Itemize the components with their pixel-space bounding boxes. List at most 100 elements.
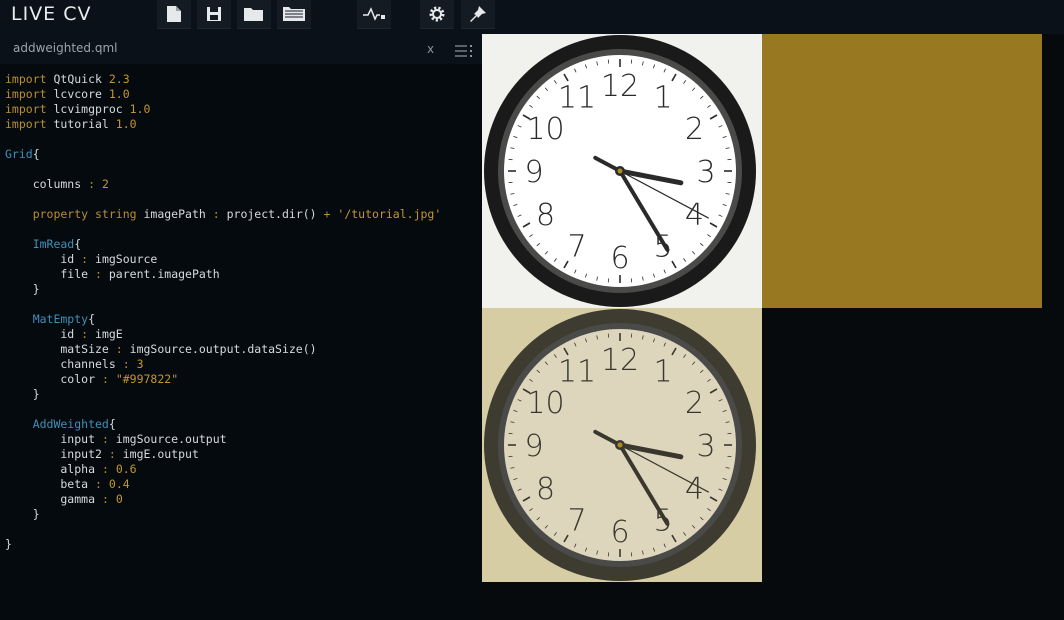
addweighted-output-image: 12 1 2 3 4 5 6 7 8 9 10 11 — [482, 308, 762, 582]
code-line: Grid{ — [5, 147, 441, 162]
code-token: gamma — [5, 492, 102, 506]
code-token: tutorial — [46, 117, 116, 131]
menu-icon — [455, 45, 472, 57]
code-token: import — [5, 87, 47, 101]
code-token: imagePath — [136, 207, 213, 221]
code-token: imgSource.output — [108, 432, 227, 446]
pin-icon — [470, 6, 486, 22]
code-line: ImRead{ — [5, 237, 441, 252]
clock-numeral: 10 — [526, 386, 564, 421]
code-token: 2 — [101, 177, 109, 191]
top-toolbar: LIVE CV — [0, 0, 1064, 34]
clock-image: 12 1234567891011 — [484, 35, 756, 307]
code-token: : — [88, 177, 96, 191]
code-line: import lcvimgproc 1.0 — [5, 102, 441, 117]
code-line: property string imagePath : project.dir(… — [5, 207, 442, 222]
clock-image: 12 1234567891011 — [484, 309, 756, 581]
code-token: : — [95, 267, 102, 281]
code-token: imgSource.output.dataSize() — [122, 342, 317, 356]
code-line: input2 : imgE.output — [5, 447, 441, 462]
code-line: beta : 0.4 — [5, 477, 441, 492]
code-token: QtQuick — [46, 72, 109, 86]
clock-numeral: 4 — [685, 198, 704, 233]
code-line: AddWeighted{ — [5, 417, 441, 432]
code-token: alpha — [5, 462, 102, 476]
code-token: 3 — [136, 357, 144, 371]
code-token: project.dir() — [219, 207, 324, 221]
log-button[interactable] — [357, 0, 391, 29]
code-token: '/tutorial.jpg' — [337, 207, 442, 221]
pin-button[interactable] — [461, 0, 495, 29]
code-token: AddWeighted — [5, 417, 109, 431]
log-icon — [363, 7, 385, 21]
code-token: columns — [5, 177, 89, 191]
code-token: MatEmpty — [5, 312, 89, 326]
code-token: : — [101, 372, 109, 386]
code-token: { — [32, 147, 40, 161]
code-token: color — [5, 372, 102, 386]
clock-numeral: 11 — [558, 355, 596, 390]
code-line: } — [5, 507, 441, 522]
clock-numeral: 1 — [653, 355, 672, 390]
code-token: 0 — [115, 492, 123, 506]
code-token: input2 — [5, 447, 109, 461]
code-token: { — [108, 417, 116, 431]
code-line: channels : 3 — [5, 357, 441, 372]
close-tab-button[interactable]: x — [427, 42, 434, 56]
clock-numeral: 7 — [567, 229, 586, 264]
code-line: alpha : 0.6 — [5, 462, 441, 477]
tab-menu-button[interactable] — [455, 42, 473, 61]
code-token: : — [101, 432, 109, 446]
clock-numeral: 12 — [601, 69, 639, 104]
code-line: } — [5, 387, 441, 402]
new-file-button[interactable] — [157, 0, 191, 29]
code-token: input — [5, 432, 102, 446]
code-line: } — [5, 537, 441, 552]
clock-numeral: 6 — [610, 241, 629, 276]
app-logo: LIVE CV — [11, 3, 92, 25]
clock-numeral: 7 — [567, 503, 586, 538]
settings-button[interactable] — [420, 0, 454, 29]
code-text[interactable]: import QtQuick 2.3 import lcvcore 1.0 impo… — [5, 72, 441, 552]
clock-numeral: 10 — [526, 112, 564, 147]
code-token: import — [5, 72, 47, 86]
code-token: 2.3 — [108, 72, 130, 86]
save-button[interactable] — [197, 0, 231, 29]
code-token: id — [5, 327, 82, 341]
code-token: property string — [5, 207, 137, 221]
code-line: MatEmpty{ — [5, 312, 441, 327]
code-token: 1.0 — [129, 102, 151, 116]
code-editor[interactable]: addweighted.qml x import QtQuick 2.3 impo… — [0, 34, 482, 620]
open-file-button[interactable] — [237, 0, 271, 29]
code-line: file : parent.imagePath — [5, 267, 441, 282]
code-token: Grid — [5, 147, 33, 161]
open-project-button[interactable] — [277, 0, 311, 29]
code-line: id : imgE — [5, 327, 441, 342]
code-token: : — [115, 342, 123, 356]
imread-output-image: 12 1 2 3 4 5 6 7 8 9 10 11 — [482, 34, 762, 308]
code-token: import — [5, 102, 47, 116]
clock-numeral: 2 — [685, 386, 704, 421]
code-token: 1.0 — [108, 87, 130, 101]
open-folder-icon — [244, 8, 263, 21]
code-token: lcvcore — [46, 87, 109, 101]
file-tab-label[interactable]: addweighted.qml — [13, 41, 118, 55]
code-token: id — [5, 252, 82, 266]
code-token: parent.imagePath — [101, 267, 220, 281]
viewer-area: 12 1 2 3 4 5 6 7 8 9 10 11 12 1 2 3 4 5 6 7 8 9 10 11 — [482, 34, 1064, 620]
code-line: id : imgSource — [5, 252, 441, 267]
code-token: imgE — [88, 327, 123, 341]
clock-numeral: 8 — [536, 472, 555, 507]
code-line: columns : 2 — [5, 177, 441, 192]
code-line: matSize : imgSource.output.dataSize() — [5, 342, 441, 357]
clock-numeral: 8 — [536, 198, 555, 233]
code-token: : — [101, 492, 109, 506]
